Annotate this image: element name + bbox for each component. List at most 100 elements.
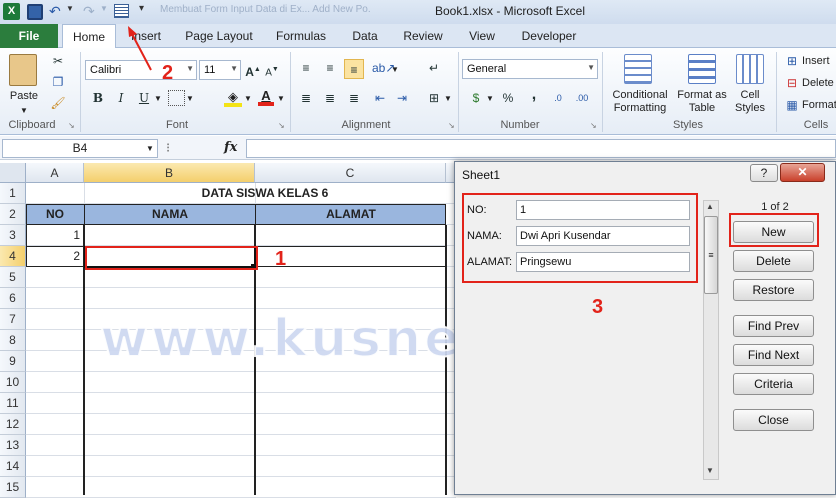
format-as-table-button[interactable]: Format as Table bbox=[676, 89, 728, 115]
align-bottom-icon[interactable]: ≡ bbox=[344, 59, 364, 79]
align-middle-icon[interactable]: ≡ bbox=[322, 61, 338, 75]
help-button[interactable]: ? bbox=[750, 164, 778, 182]
row-header[interactable]: 8 bbox=[0, 330, 26, 351]
copy-icon[interactable]: ❐ bbox=[50, 75, 66, 89]
header-alamat-cell[interactable]: ALAMAT bbox=[255, 204, 446, 225]
decrease-decimal-icon[interactable]: .00 bbox=[574, 91, 590, 105]
redo-dropdown-icon[interactable]: ▼ bbox=[100, 4, 108, 13]
percent-button[interactable]: % bbox=[500, 91, 516, 105]
insert-cells-icon[interactable]: ⊞ bbox=[784, 54, 800, 68]
column-header-a[interactable]: A bbox=[26, 163, 84, 183]
row-header[interactable]: 4 bbox=[0, 246, 26, 267]
tab-view[interactable]: View bbox=[462, 24, 502, 48]
tab-data[interactable]: Data bbox=[346, 24, 384, 48]
shrink-font-icon[interactable]: A▼ bbox=[264, 63, 280, 78]
bold-button[interactable]: B bbox=[90, 91, 106, 105]
insert-function-button[interactable]: fx bbox=[224, 140, 237, 155]
decrease-indent-icon[interactable]: ⇤ bbox=[372, 91, 388, 105]
name-box[interactable]: B4 bbox=[2, 139, 158, 158]
criteria-button[interactable]: Criteria bbox=[733, 373, 814, 395]
paste-icon[interactable] bbox=[9, 54, 37, 86]
cell-styles-icon[interactable] bbox=[736, 54, 764, 84]
currency-button[interactable]: $ bbox=[468, 91, 484, 105]
row-header[interactable]: 13 bbox=[0, 435, 26, 456]
row-header[interactable]: 7 bbox=[0, 309, 26, 330]
fill-color-dropdown-icon[interactable]: ▼ bbox=[244, 94, 252, 103]
orientation-icon[interactable]: ab↗ bbox=[372, 61, 395, 75]
scroll-down-icon[interactable]: ▼ bbox=[706, 466, 714, 475]
formula-bar-grip-icon[interactable]: ⁝ bbox=[166, 140, 170, 156]
scroll-up-icon[interactable]: ▲ bbox=[706, 202, 714, 211]
formula-input[interactable] bbox=[246, 139, 836, 158]
merge-center-icon[interactable]: ⊞ bbox=[426, 91, 442, 105]
redo-icon[interactable]: ↷ bbox=[83, 3, 95, 20]
row-header[interactable]: 12 bbox=[0, 414, 26, 435]
align-left-icon[interactable]: ≣ bbox=[298, 91, 314, 105]
borders-dropdown-icon[interactable]: ▼ bbox=[186, 94, 194, 103]
row-header[interactable]: 1 bbox=[0, 183, 26, 204]
row-header[interactable]: 2 bbox=[0, 204, 26, 225]
font-size-select[interactable]: 11 ▼ bbox=[199, 60, 241, 80]
font-launcher-icon[interactable]: ↘ bbox=[278, 121, 285, 130]
customize-toolbar-icon[interactable]: ▾ bbox=[139, 3, 144, 14]
name-box-dropdown-icon[interactable]: ▼ bbox=[146, 144, 154, 153]
table-cell-no[interactable]: 1 bbox=[26, 225, 83, 246]
close-dialog-button[interactable]: ✕ bbox=[780, 163, 825, 182]
align-top-icon[interactable]: ≡ bbox=[298, 61, 314, 75]
close-button[interactable]: Close bbox=[733, 409, 814, 431]
number-format-select[interactable]: General ▼ bbox=[462, 59, 598, 79]
delete-record-button[interactable]: Delete bbox=[733, 250, 814, 272]
tab-formulas[interactable]: Formulas bbox=[272, 24, 330, 48]
comma-button[interactable]: , bbox=[526, 87, 542, 103]
align-center-icon[interactable]: ≣ bbox=[322, 91, 338, 105]
format-cells-icon[interactable]: ▦ bbox=[784, 98, 800, 112]
format-as-table-icon[interactable] bbox=[688, 54, 716, 84]
scroll-thumb[interactable]: ≡ bbox=[704, 216, 718, 294]
row-header[interactable]: 5 bbox=[0, 267, 26, 288]
format-painter-icon[interactable]: 🖌 bbox=[50, 96, 66, 110]
font-color-dropdown-icon[interactable]: ▼ bbox=[277, 94, 285, 103]
tab-page-layout[interactable]: Page Layout bbox=[182, 24, 256, 48]
wrap-text-icon[interactable]: ↵ bbox=[426, 61, 442, 75]
column-header-c[interactable]: C bbox=[255, 163, 446, 183]
excel-logo-icon[interactable]: X bbox=[3, 3, 20, 20]
fill-color-icon[interactable]: ◈ bbox=[224, 89, 242, 107]
clipboard-launcher-icon[interactable]: ↘ bbox=[68, 121, 75, 130]
tab-file[interactable]: File bbox=[0, 24, 58, 48]
increase-indent-icon[interactable]: ⇥ bbox=[394, 91, 410, 105]
undo-dropdown-icon[interactable]: ▼ bbox=[66, 4, 74, 13]
sheet-title-cell[interactable]: DATA SISWA KELAS 6 bbox=[84, 183, 446, 204]
select-all-corner[interactable] bbox=[0, 163, 26, 183]
italic-button[interactable]: I bbox=[113, 91, 129, 105]
underline-dropdown-icon[interactable]: ▼ bbox=[154, 94, 162, 103]
find-next-button[interactable]: Find Next bbox=[733, 344, 814, 366]
row-header[interactable]: 3 bbox=[0, 225, 26, 246]
form-button-icon[interactable] bbox=[114, 4, 129, 18]
delete-cells-icon[interactable]: ⊟ bbox=[784, 76, 800, 90]
header-nama-cell[interactable]: NAMA bbox=[84, 204, 255, 225]
borders-icon[interactable] bbox=[168, 90, 185, 106]
undo-icon[interactable]: ↶ bbox=[49, 3, 61, 20]
tab-developer[interactable]: Developer bbox=[516, 24, 582, 48]
table-cell-no[interactable]: 2 bbox=[26, 246, 83, 267]
cell-styles-button[interactable]: Cell Styles bbox=[728, 89, 772, 115]
paste-dropdown-icon[interactable]: ▼ bbox=[18, 104, 30, 117]
row-header[interactable]: 6 bbox=[0, 288, 26, 309]
align-right-icon[interactable]: ≣ bbox=[346, 91, 362, 105]
merge-dropdown-icon[interactable]: ▼ bbox=[444, 94, 452, 103]
header-no-cell[interactable]: NO bbox=[26, 204, 84, 225]
underline-button[interactable]: U bbox=[136, 91, 152, 105]
row-header[interactable]: 14 bbox=[0, 456, 26, 477]
orientation-dropdown-icon[interactable]: ▼ bbox=[391, 65, 399, 74]
save-icon[interactable] bbox=[27, 4, 43, 20]
row-header[interactable]: 10 bbox=[0, 372, 26, 393]
tab-review[interactable]: Review bbox=[398, 24, 448, 48]
restore-button[interactable]: Restore bbox=[733, 279, 814, 301]
insert-cells-button[interactable]: Insert bbox=[802, 55, 836, 68]
number-launcher-icon[interactable]: ↘ bbox=[590, 121, 597, 130]
alignment-launcher-icon[interactable]: ↘ bbox=[448, 121, 455, 130]
row-header[interactable]: 11 bbox=[0, 393, 26, 414]
find-prev-button[interactable]: Find Prev bbox=[733, 315, 814, 337]
currency-dropdown-icon[interactable]: ▼ bbox=[486, 94, 494, 103]
conditional-formatting-button[interactable]: Conditional Formatting bbox=[604, 89, 676, 115]
